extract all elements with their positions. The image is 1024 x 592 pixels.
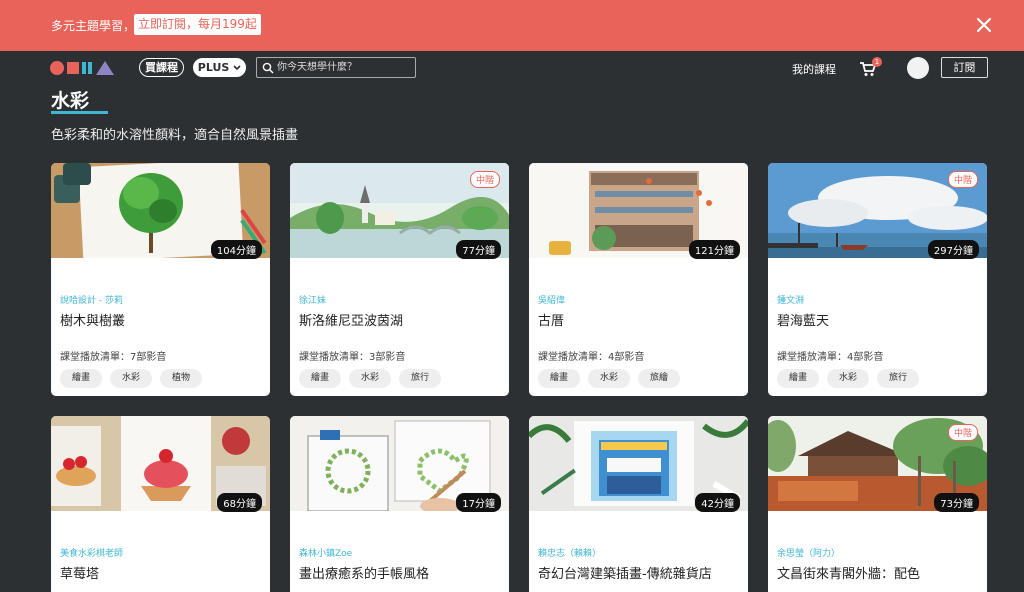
tag[interactable]: 水彩: [349, 369, 392, 388]
tag[interactable]: 繪畫: [777, 369, 820, 388]
level-badge: 中階: [469, 171, 500, 188]
tag[interactable]: 旅行: [877, 369, 920, 388]
course-title[interactable]: 碧海藍天: [777, 310, 829, 329]
avatar[interactable]: [907, 57, 929, 79]
course-author[interactable]: 吳紹偉: [538, 293, 565, 306]
course-title[interactable]: 樹木與樹叢: [60, 310, 125, 329]
tag[interactable]: 水彩: [588, 369, 631, 388]
course-card[interactable]: 中階 297分鐘 鍾文淵 碧海藍天 課堂播放清單：4部影音 繪畫 水彩 旅行: [768, 163, 987, 396]
course-author[interactable]: 鍾文淵: [777, 293, 804, 306]
promo-banner: 多元主題學習， 立即訂閱，每月199起: [0, 0, 1024, 51]
course-title[interactable]: 文昌街來青閣外牆：配色: [777, 563, 920, 582]
tag[interactable]: 植物: [160, 369, 203, 388]
tag[interactable]: 繪畫: [299, 369, 342, 388]
plus-dropdown[interactable]: PLUS: [193, 58, 246, 77]
duration-badge: 42分鐘: [695, 493, 740, 512]
subscribe-promo-button[interactable]: 立即訂閱，每月199起: [134, 14, 261, 35]
playlist-info: 課堂播放清單：7部影音: [60, 352, 167, 363]
search-bar[interactable]: [256, 57, 416, 78]
playlist-info: 課堂播放清單：4部影音: [777, 352, 884, 363]
buy-courses-button[interactable]: 買課程: [139, 58, 184, 77]
title-underline: [51, 111, 108, 114]
course-card[interactable]: 中階 73分鐘 余思瑩（阿力） 文昌街來青閣外牆：配色: [768, 416, 987, 592]
subscribe-button[interactable]: 訂閱: [941, 57, 988, 78]
page-title: 水彩: [51, 90, 90, 112]
course-author[interactable]: 徐江妹: [299, 293, 326, 306]
duration-badge: 297分鐘: [927, 240, 979, 259]
course-author[interactable]: 余思瑩（阿力）: [777, 546, 840, 559]
course-card[interactable]: 17分鐘 森林小鎮Zoe 畫出療癒系的手帳風格: [290, 416, 509, 592]
duration-badge: 68分鐘: [217, 493, 262, 512]
promo-text: 多元主題學習，: [51, 19, 136, 33]
course-title[interactable]: 草莓塔: [60, 563, 99, 582]
tag-list: 繪畫 水彩 旅行: [777, 369, 920, 388]
cart-count-badge: 1: [872, 57, 882, 67]
course-author[interactable]: 說哈設計 - 莎莉: [60, 293, 123, 306]
course-card[interactable]: 104分鐘 說哈設計 - 莎莉 樹木與樹叢 課堂播放清單：7部影音 繪畫 水彩 …: [51, 163, 270, 396]
duration-badge: 73分鐘: [934, 493, 979, 512]
playlist-info: 課堂播放清單：4部影音: [538, 352, 645, 363]
level-badge: 中階: [947, 424, 978, 441]
course-card[interactable]: 42分鐘 賴忠志（賴賴） 奇幻台灣建築插畫-傳統雜貨店: [529, 416, 748, 592]
course-title[interactable]: 斯洛維尼亞波茵湖: [299, 310, 403, 329]
course-card[interactable]: 68分鐘 美食水彩棋老師 草莓塔: [51, 416, 270, 592]
duration-badge: 104分鐘: [210, 240, 262, 259]
course-title[interactable]: 畫出療癒系的手帳風格: [299, 563, 429, 582]
duration-badge: 77分鐘: [456, 240, 501, 259]
course-author[interactable]: 森林小鎮Zoe: [299, 546, 352, 559]
tag-list: 繪畫 水彩 旅行: [299, 369, 442, 388]
course-title[interactable]: 古厝: [538, 310, 564, 329]
course-author[interactable]: 賴忠志（賴賴）: [538, 546, 601, 559]
search-input[interactable]: [277, 59, 413, 76]
page-subtitle: 色彩柔和的水溶性顏料，適合自然風景插畫: [51, 128, 299, 143]
playlist-info: 課堂播放清單：3部影音: [299, 352, 406, 363]
close-icon[interactable]: [974, 15, 994, 35]
course-card[interactable]: 中階 77分鐘 徐江妹 斯洛維尼亞波茵湖 課堂播放清單：3部影音 繪畫 水彩 旅…: [290, 163, 509, 396]
omia-logo[interactable]: [50, 60, 116, 76]
duration-badge: 121分鐘: [688, 240, 740, 259]
tag[interactable]: 繪畫: [538, 369, 581, 388]
course-card[interactable]: 121分鐘 吳紹偉 古厝 課堂播放清單：4部影音 繪畫 水彩 旅繪: [529, 163, 748, 396]
plus-label: PLUS: [197, 61, 230, 74]
my-courses-link[interactable]: 我的課程: [792, 61, 836, 77]
tag[interactable]: 水彩: [827, 369, 870, 388]
search-icon: [262, 62, 274, 74]
level-badge: 中階: [947, 171, 978, 188]
tag[interactable]: 旅行: [399, 369, 442, 388]
chevron-down-icon: [233, 65, 241, 71]
tag[interactable]: 繪畫: [60, 369, 103, 388]
course-title[interactable]: 奇幻台灣建築插畫-傳統雜貨店: [538, 563, 712, 582]
duration-badge: 17分鐘: [456, 493, 501, 512]
tag[interactable]: 旅繪: [638, 369, 681, 388]
tag-list: 繪畫 水彩 旅繪: [538, 369, 681, 388]
course-author[interactable]: 美食水彩棋老師: [60, 546, 123, 559]
tag-list: 繪畫 水彩 植物: [60, 369, 203, 388]
tag[interactable]: 水彩: [110, 369, 153, 388]
